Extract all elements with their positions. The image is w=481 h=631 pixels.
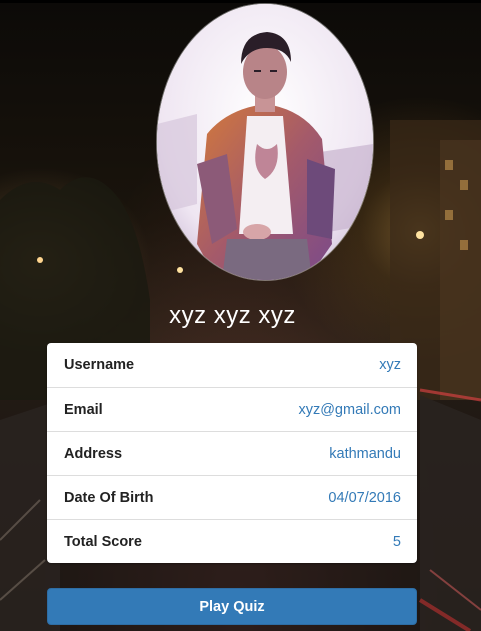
detail-row-username: Username xyz — [47, 343, 417, 387]
detail-value: xyz@gmail.com — [298, 401, 401, 418]
user-photo-icon — [157, 4, 373, 280]
detail-label: Address — [64, 445, 123, 462]
detail-label: Username — [64, 357, 135, 373]
detail-row-email: Email xyz@gmail.com — [47, 387, 417, 431]
detail-value: xyz — [379, 357, 401, 373]
detail-value: kathmandu — [329, 445, 401, 462]
profile-avatar — [157, 4, 373, 280]
detail-value: 04/07/2016 — [328, 489, 401, 506]
profile-details-table: Username xyz Email xyz@gmail.com Address… — [47, 343, 417, 563]
detail-row-date-of-birth: Date Of Birth 04/07/2016 — [47, 475, 417, 519]
detail-row-address: Address kathmandu — [47, 431, 417, 475]
detail-label: Email — [64, 401, 103, 418]
play-quiz-button[interactable]: Play Quiz — [47, 588, 417, 625]
detail-row-total-score: Total Score 5 — [47, 519, 417, 563]
detail-value: 5 — [392, 533, 401, 550]
profile-name: xyz xyz xyz — [169, 302, 296, 329]
detail-label: Date Of Birth — [64, 489, 154, 506]
detail-label: Total Score — [64, 533, 142, 550]
